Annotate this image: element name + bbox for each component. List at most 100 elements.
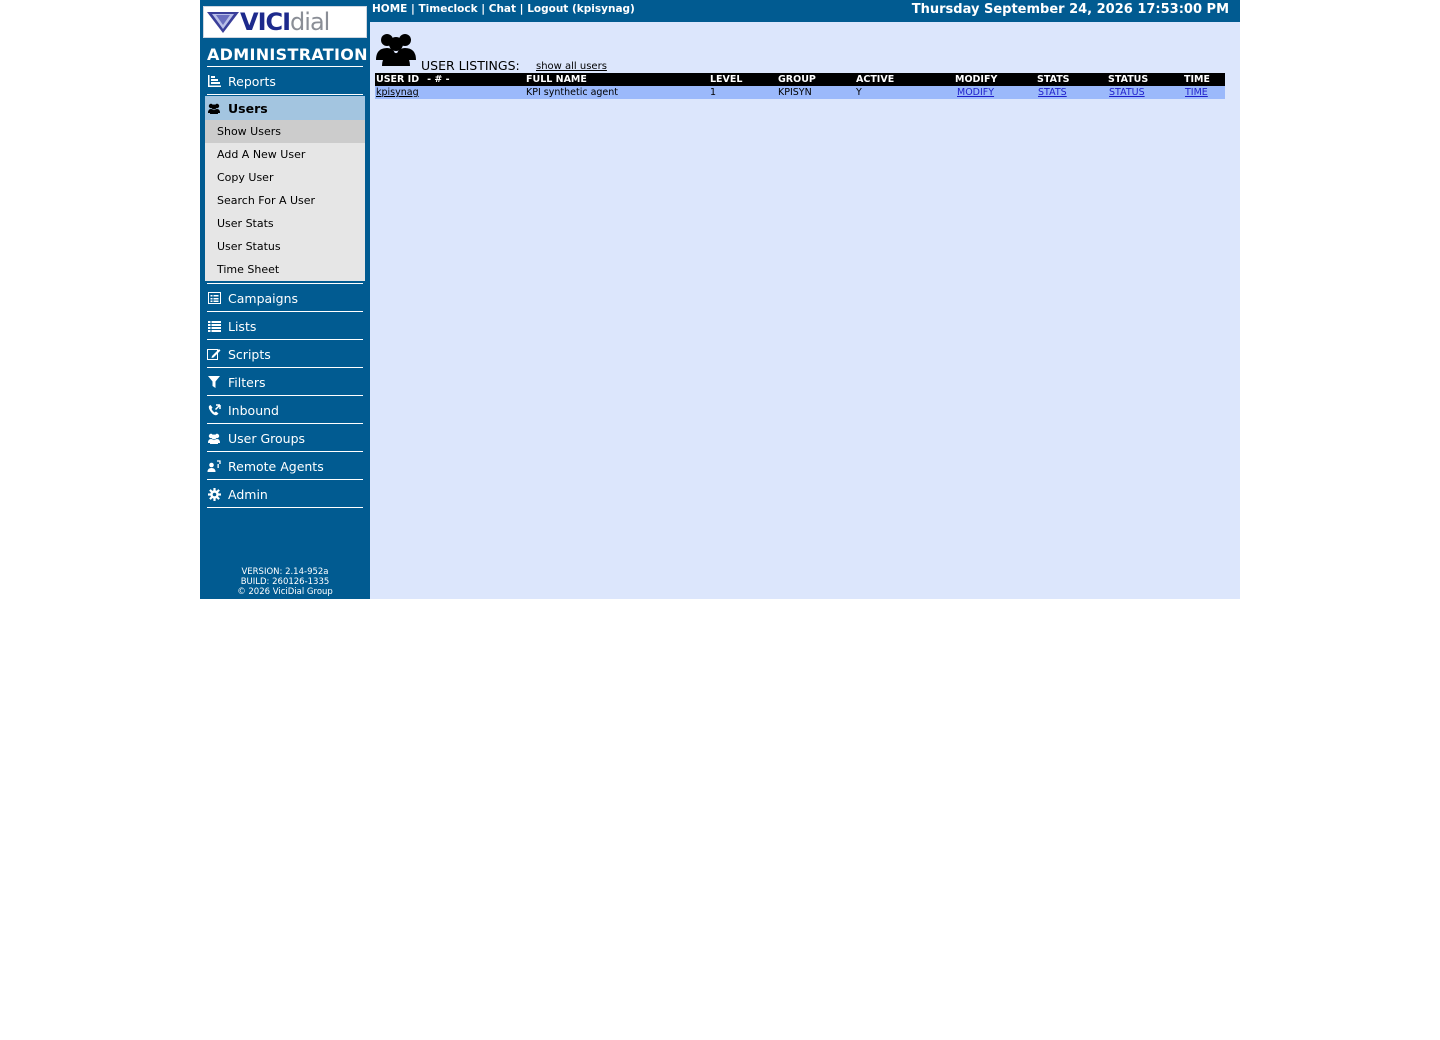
- cell-user-id: kpisynag: [375, 86, 525, 99]
- divider: [207, 423, 363, 424]
- user-groups-icon: [207, 431, 221, 445]
- sidebar-item-label: Reports: [228, 73, 276, 89]
- column-header-group[interactable]: GROUP: [777, 73, 855, 86]
- build-text: BUILD: 260126-1335: [240, 577, 330, 587]
- divider: [207, 94, 363, 95]
- time-link[interactable]: TIME: [1185, 87, 1208, 98]
- table-header-row: USER ID - # - FULL NAME LEVEL GROUP ACTIV…: [375, 73, 1225, 86]
- home-link[interactable]: HOME: [372, 3, 407, 15]
- cell-level: 1: [709, 86, 777, 99]
- submenu-time-sheet[interactable]: Time Sheet: [205, 258, 365, 281]
- column-header-active[interactable]: ACTIVE: [855, 73, 954, 86]
- app-window: VICIdial ADMINISTRATION Reports Users Sh…: [200, 0, 1240, 599]
- sidebar: VICIdial ADMINISTRATION Reports Users Sh…: [200, 0, 370, 599]
- column-header-full-name[interactable]: FULL NAME: [525, 73, 709, 86]
- sidebar-item-label: Users: [228, 100, 268, 116]
- submenu-show-users[interactable]: Show Users: [205, 120, 365, 143]
- status-link[interactable]: STATUS: [1109, 87, 1145, 98]
- modify-link[interactable]: MODIFY: [957, 87, 994, 98]
- sidebar-item-users[interactable]: Users: [205, 96, 365, 120]
- nav-separator: |: [516, 3, 528, 15]
- administration-heading: ADMINISTRATION: [207, 45, 368, 64]
- sidebar-item-lists[interactable]: Lists: [205, 313, 365, 339]
- cell-full-name: KPI synthetic agent: [525, 86, 709, 99]
- column-header-stats: STATS: [1036, 73, 1107, 86]
- current-datetime: Thursday September 24, 2026 17:53:00 PM: [911, 2, 1229, 17]
- version-text: VERSION: 2.14-952a: [241, 567, 329, 577]
- divider: [207, 451, 363, 452]
- gear-icon: [207, 487, 221, 501]
- column-header-level[interactable]: LEVEL: [709, 73, 777, 86]
- divider: [207, 367, 363, 368]
- logo-vici-text: VICI: [240, 8, 291, 36]
- submenu-user-status[interactable]: User Status: [205, 235, 365, 258]
- timeclock-link[interactable]: Timeclock: [419, 3, 478, 15]
- cell-time: TIME: [1183, 86, 1225, 99]
- nav-separator: |: [407, 3, 419, 15]
- sidebar-item-filters[interactable]: Filters: [205, 369, 365, 395]
- logo-mark-icon: [207, 12, 239, 33]
- sidebar-item-scripts[interactable]: Scripts: [205, 341, 365, 367]
- filter-icon: [207, 375, 221, 389]
- users-submenu: Show Users Add A New User Copy User Sear…: [205, 120, 365, 281]
- divider: [207, 339, 363, 340]
- users-icon: [207, 101, 221, 115]
- sidebar-item-campaigns[interactable]: Campaigns: [205, 285, 365, 311]
- vicidial-logo[interactable]: VICIdial: [203, 6, 367, 38]
- cell-stats: STATS: [1036, 86, 1107, 99]
- scripts-icon: [207, 347, 221, 361]
- phone-icon: [207, 403, 221, 417]
- stats-link[interactable]: STATS: [1038, 87, 1067, 98]
- divider: [207, 395, 363, 396]
- logout-link[interactable]: Logout (kpisynag): [527, 3, 635, 15]
- submenu-search-user[interactable]: Search For A User: [205, 189, 365, 212]
- lists-icon: [207, 319, 221, 333]
- sidebar-item-label: Filters: [228, 374, 266, 390]
- table-row: kpisynag KPI synthetic agent 1 KPISYN Y …: [375, 86, 1225, 99]
- user-id-link[interactable]: kpisynag: [376, 87, 419, 98]
- cell-status: STATUS: [1107, 86, 1183, 99]
- show-all-users-link[interactable]: show all users: [536, 61, 607, 72]
- submenu-add-new-user[interactable]: Add A New User: [205, 143, 365, 166]
- column-header-status: STATUS: [1107, 73, 1183, 86]
- header-bar: HOME | Timeclock | Chat | Logout (kpisyn…: [370, 0, 1240, 22]
- divider: [207, 507, 363, 508]
- sidebar-item-reports[interactable]: Reports: [205, 68, 365, 94]
- divider: [207, 311, 363, 312]
- sidebar-item-label: Admin: [228, 486, 268, 502]
- main-content: USER LISTINGS: show all users USER ID - #…: [370, 22, 1240, 599]
- column-header-modify: MODIFY: [954, 73, 1036, 86]
- cell-group: KPISYN: [777, 86, 855, 99]
- submenu-copy-user[interactable]: Copy User: [205, 166, 365, 189]
- sidebar-item-label: Campaigns: [228, 290, 299, 306]
- campaigns-icon: [207, 291, 221, 305]
- column-header-user-id[interactable]: USER ID - # -: [375, 73, 525, 86]
- sidebar-item-remote-agents[interactable]: Remote Agents: [205, 453, 365, 479]
- sidebar-item-label: Lists: [228, 318, 257, 334]
- sidebar-item-label: Scripts: [228, 346, 271, 362]
- column-header-time: TIME: [1183, 73, 1225, 86]
- sort-link[interactable]: - # -: [427, 74, 449, 85]
- remote-agents-icon: [207, 459, 221, 473]
- users-table: USER ID - # - FULL NAME LEVEL GROUP ACTIV…: [375, 73, 1225, 99]
- cell-active: Y: [855, 86, 954, 99]
- nav-separator: |: [477, 3, 489, 15]
- page-title: USER LISTINGS:: [421, 58, 520, 73]
- top-navigation: HOME | Timeclock | Chat | Logout (kpisyn…: [372, 3, 635, 15]
- sidebar-item-admin[interactable]: Admin: [205, 481, 365, 507]
- cell-modify: MODIFY: [954, 86, 1036, 99]
- sidebar-item-label: Remote Agents: [228, 458, 324, 474]
- divider: [207, 479, 363, 480]
- chat-link[interactable]: Chat: [489, 3, 516, 15]
- sidebar-item-inbound[interactable]: Inbound: [205, 397, 365, 423]
- sidebar-item-user-groups[interactable]: User Groups: [205, 425, 365, 451]
- users-icon: [376, 32, 416, 70]
- divider: [207, 283, 363, 284]
- sidebar-item-label: User Groups: [228, 430, 306, 446]
- copyright-text: © 2026 ViciDial Group: [237, 587, 333, 597]
- sidebar-item-label: Inbound: [228, 402, 279, 418]
- submenu-user-stats[interactable]: User Stats: [205, 212, 365, 235]
- reports-icon: [207, 74, 221, 88]
- logo-dial-text: dial: [290, 8, 330, 36]
- version-info: VERSION: 2.14-952a BUILD: 260126-1335 © …: [200, 567, 370, 597]
